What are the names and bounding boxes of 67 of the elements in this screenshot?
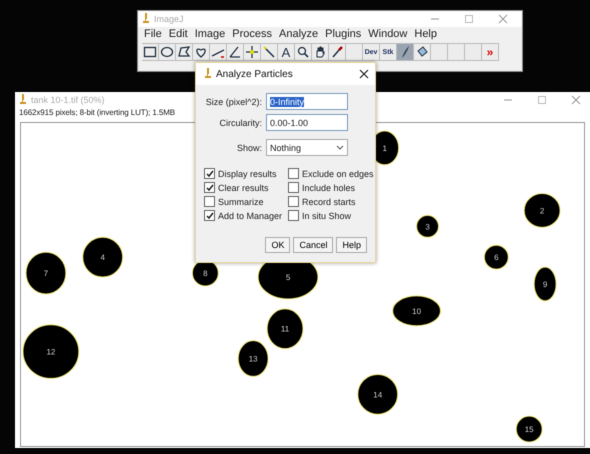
- menu-item[interactable]: Analyze: [279, 28, 318, 40]
- tool-button[interactable]: [244, 43, 261, 61]
- crosshair-icon: [245, 45, 259, 59]
- dialog-button[interactable]: Cancel: [293, 237, 334, 253]
- chevron-icon: [336, 145, 344, 150]
- window-title: tank 10-1.tif (50%): [31, 95, 105, 105]
- tool-button[interactable]: [159, 43, 176, 61]
- particle: [524, 193, 561, 228]
- particle: [416, 214, 440, 238]
- menu-item[interactable]: Process: [232, 28, 272, 40]
- tool-button[interactable]: [176, 43, 193, 61]
- particle: [82, 236, 124, 278]
- checkbox[interactable]: Display results: [204, 168, 288, 179]
- field-label: Show:: [236, 142, 262, 152]
- checkmark-icon: [206, 212, 214, 220]
- window-title: ImageJ: [154, 14, 184, 24]
- tool-button[interactable]: [261, 43, 278, 61]
- particle: [516, 416, 543, 443]
- tool-button[interactable]: »: [482, 43, 499, 61]
- tool-button[interactable]: [312, 43, 329, 61]
- dialog-button[interactable]: OK: [265, 237, 290, 253]
- particle: [238, 340, 269, 377]
- particle: [22, 324, 80, 379]
- particle: [25, 252, 66, 294]
- tool-button[interactable]: [193, 43, 210, 61]
- particle: [357, 374, 398, 415]
- wand-icon: [262, 45, 276, 59]
- particle: [392, 295, 441, 326]
- particle: [484, 244, 509, 270]
- tool-button[interactable]: [397, 43, 414, 61]
- magnifier-icon: [296, 45, 310, 59]
- checkbox[interactable]: Include holes: [288, 182, 372, 193]
- checkbox[interactable]: Exclude on edges: [288, 168, 372, 179]
- tool-button[interactable]: A: [278, 43, 295, 61]
- angle-icon: [228, 45, 242, 59]
- checkbox[interactable]: Summarize: [204, 196, 288, 207]
- checkbox[interactable]: Clear results: [204, 182, 288, 193]
- dialog-button[interactable]: Help: [336, 237, 367, 253]
- dialog-title: Analyze Particles: [216, 68, 293, 80]
- close-icon[interactable]: [359, 69, 369, 79]
- particle: [534, 266, 557, 302]
- input-field[interactable]: 0.00-1.00: [266, 114, 348, 131]
- tool-button[interactable]: [142, 43, 159, 61]
- menu-item[interactable]: File: [144, 28, 162, 40]
- tool-button[interactable]: [210, 43, 227, 61]
- menu-item[interactable]: Edit: [168, 28, 188, 40]
- tool-button[interactable]: [295, 43, 312, 61]
- menu-item[interactable]: Image: [194, 28, 226, 40]
- show-dropdown[interactable]: Nothing: [266, 139, 348, 156]
- checkbox[interactable]: Add to Manager: [204, 210, 288, 221]
- checkbox[interactable]: In situ Show: [288, 210, 372, 221]
- checkbox[interactable]: Record starts: [288, 196, 372, 207]
- menu-item[interactable]: Window: [368, 28, 408, 40]
- field-label: Circularity:: [218, 118, 262, 128]
- oval-icon: [160, 45, 174, 59]
- tool-button[interactable]: [227, 43, 244, 61]
- menu-item[interactable]: Help: [414, 28, 437, 40]
- particle: [266, 308, 304, 350]
- field-label: Size (pixel^2):: [204, 96, 262, 106]
- polygon-icon: [177, 45, 191, 59]
- menu-item[interactable]: Plugins: [325, 28, 362, 40]
- dropper-icon: [330, 45, 344, 59]
- rectangle-icon: [143, 45, 157, 59]
- tool-button[interactable]: [414, 43, 431, 61]
- image-info: 1662x915 pixels; 8-bit (inverting LUT); 1.5MB: [18, 108, 176, 119]
- input-field[interactable]: 0-Infinity: [266, 93, 348, 110]
- tool-button[interactable]: [329, 43, 346, 61]
